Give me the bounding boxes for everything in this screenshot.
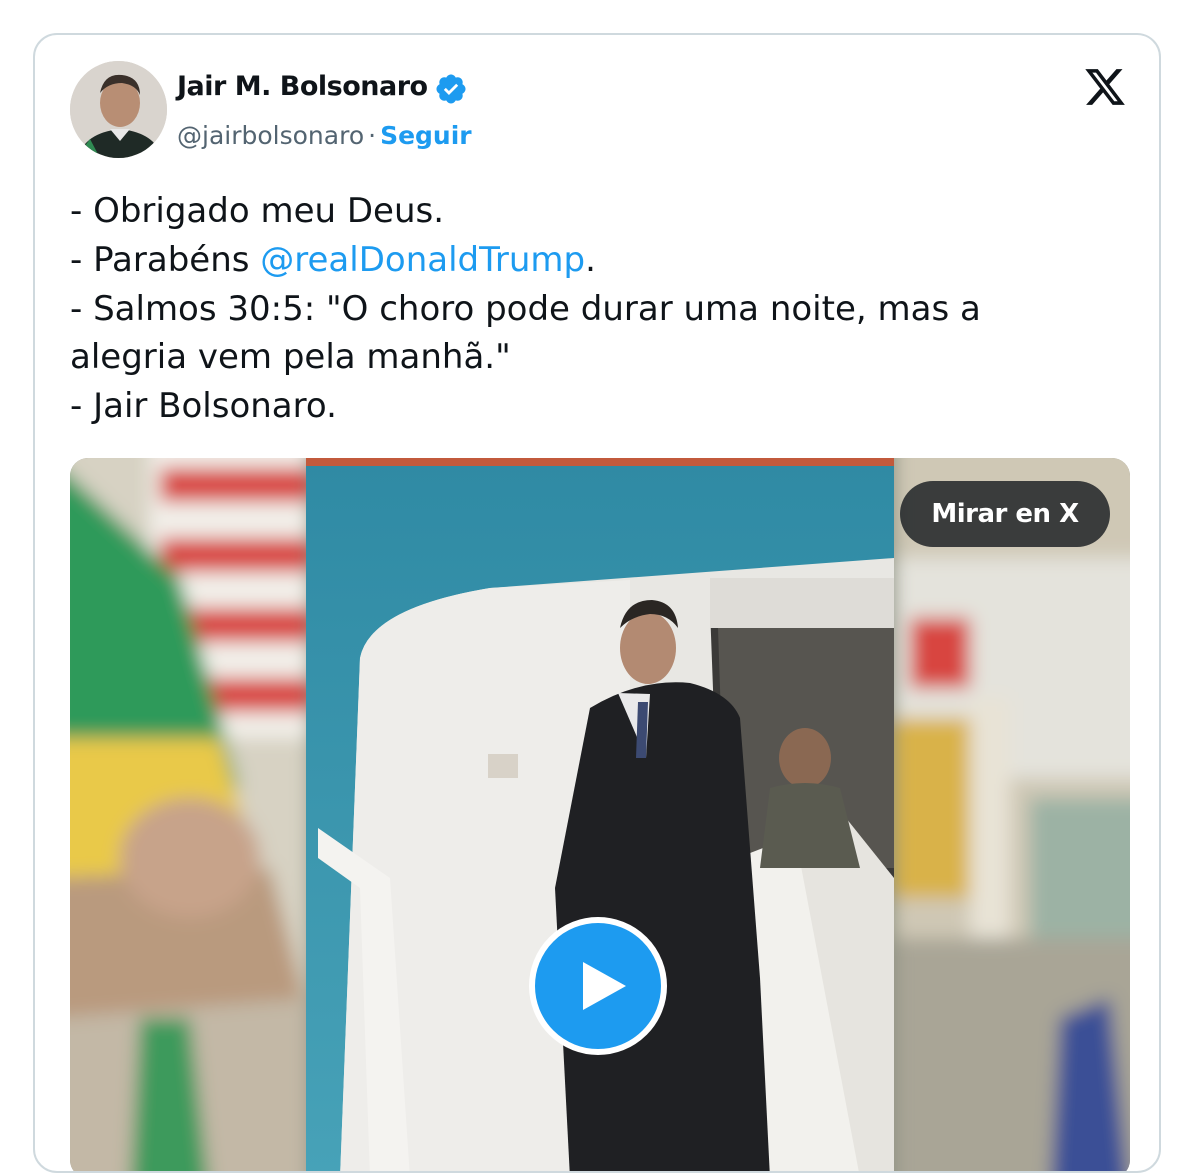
right-blurred-background	[894, 458, 1130, 1171]
mention-link[interactable]: @realDonaldTrump	[260, 240, 585, 280]
tweet-line-1: - Obrigado meu Deus.	[70, 191, 445, 231]
play-button[interactable]	[529, 917, 667, 1055]
tweet-card: Jair M. Bolsonaro @jairbolsonaro · Seguir …	[33, 33, 1161, 1173]
tweet-line-3: - Salmos 30:5: "O choro pode durar uma n…	[70, 288, 981, 329]
follow-button[interactable]: Seguir	[380, 121, 472, 150]
avatar-photo	[70, 61, 167, 158]
left-blurred-background	[70, 458, 310, 1171]
watch-on-x-button[interactable]: Mirar en X	[900, 481, 1110, 547]
author-handle[interactable]: @jairbolsonaro	[177, 121, 364, 150]
author-meta: @jairbolsonaro · Seguir	[177, 121, 472, 150]
meta-separator: ·	[368, 121, 377, 150]
tweet-line-5: - Jair Bolsonaro.	[70, 386, 337, 427]
tweet-line-4: alegria vem pela manhã."	[70, 337, 511, 378]
tweet-line-2-suffix: .	[585, 239, 596, 280]
play-icon	[583, 962, 626, 1010]
tweet-text: - Obrigado meu Deus. - Parabéns @realDon…	[70, 187, 1130, 431]
tweet-line-2-prefix: - Parabéns	[70, 239, 261, 280]
center-video-frame	[306, 458, 894, 1171]
verified-badge-icon	[436, 74, 466, 104]
author-avatar[interactable]	[70, 61, 167, 158]
author-name[interactable]: Jair M. Bolsonaro	[177, 71, 428, 102]
video-player[interactable]: Mirar en X	[70, 458, 1130, 1171]
tweet-line-2: - Parabéns @realDonaldTrump.	[70, 236, 1130, 285]
x-logo-icon[interactable]	[1082, 65, 1128, 109]
video-thumbnail	[70, 458, 1130, 1171]
